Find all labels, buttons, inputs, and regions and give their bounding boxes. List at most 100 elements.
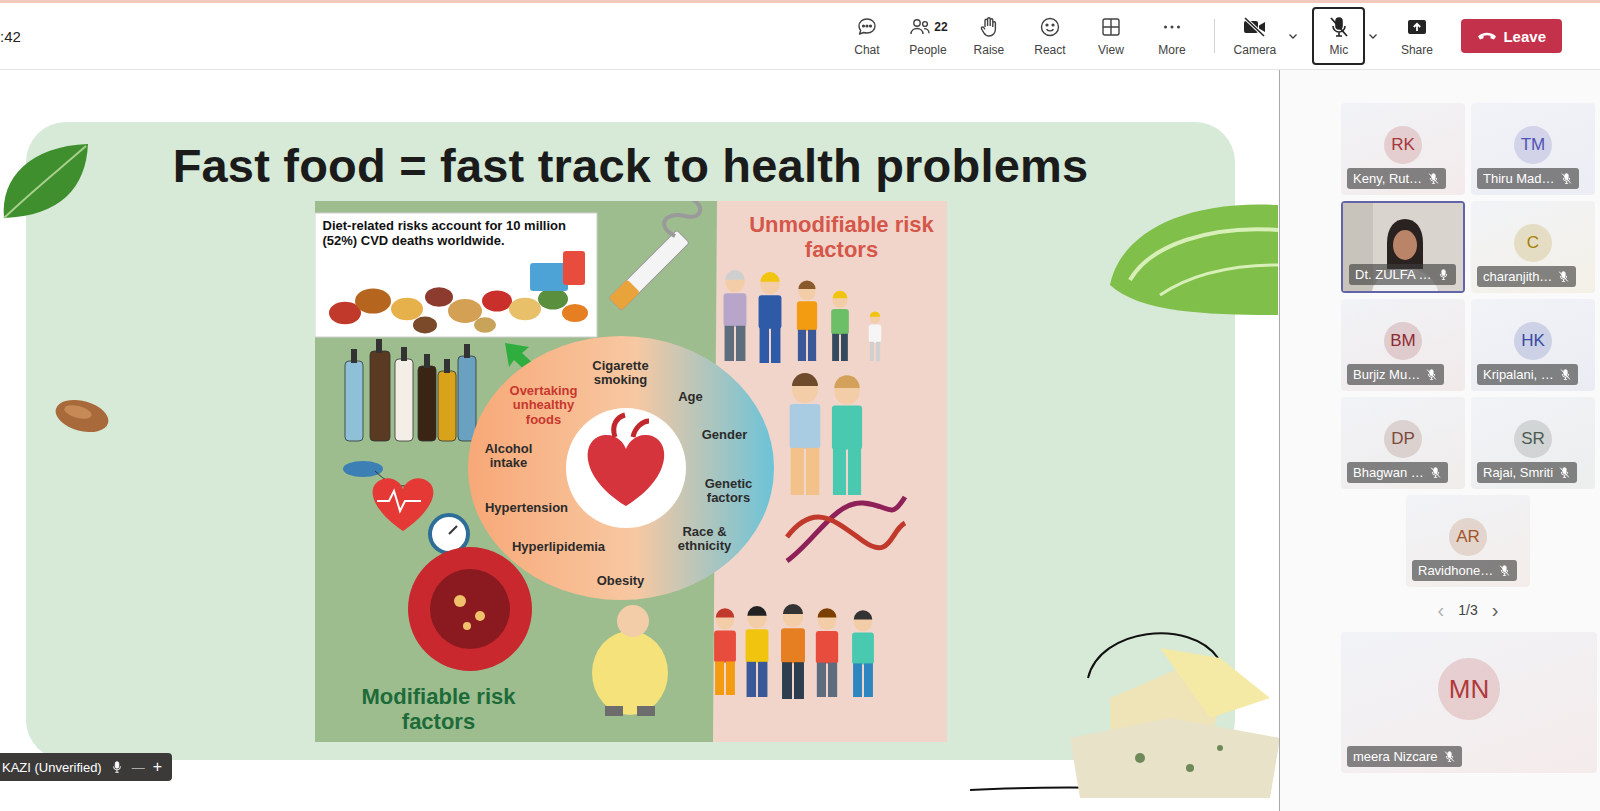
mic-off-icon bbox=[1560, 172, 1573, 185]
risk-factor-label: Genetic factors bbox=[694, 477, 764, 506]
mic-off-icon bbox=[1427, 172, 1440, 185]
meeting-toolbar: :42 Chat22PeopleRaiseReactViewMore Camera M… bbox=[0, 3, 1600, 70]
mic-off-icon bbox=[1558, 466, 1571, 479]
risk-factor-label: Alcohol intake bbox=[474, 442, 544, 471]
view-button[interactable]: View bbox=[1080, 13, 1141, 59]
mic-off-icon bbox=[1557, 270, 1570, 283]
avatar: HK bbox=[1514, 322, 1552, 360]
risk-factor-label: Obesity bbox=[597, 574, 645, 588]
more-button[interactable]: More bbox=[1141, 13, 1202, 59]
camera-control: Camera bbox=[1224, 13, 1301, 59]
participant-name: Ravidhone… bbox=[1412, 560, 1517, 581]
mic-off-icon bbox=[1559, 368, 1572, 381]
people-count: 22 bbox=[934, 20, 947, 34]
participant-pager: ‹ 1/3 › bbox=[1341, 600, 1595, 620]
participant-name: Burjiz Mu… bbox=[1347, 364, 1444, 385]
unmodifiable-heading: Unmodifiable risk factors bbox=[737, 212, 947, 263]
react-button[interactable]: React bbox=[1019, 13, 1080, 59]
participant-tile[interactable]: BM Burjiz Mu… bbox=[1341, 299, 1465, 391]
participant-tile[interactable]: DP Bhagwan … bbox=[1341, 397, 1465, 489]
participant-name: Thiru Mad… bbox=[1477, 168, 1579, 189]
avatar: AR bbox=[1449, 518, 1487, 556]
people-icon bbox=[908, 15, 932, 39]
meeting-main: Fast food = fast track to health problem… bbox=[0, 70, 1600, 811]
participant-name: Dt. ZULFA … bbox=[1349, 264, 1456, 285]
participant-name: Kripalani, … bbox=[1477, 364, 1578, 385]
participant-tile[interactable]: AR Ravidhone… bbox=[1406, 495, 1530, 587]
participant-tile[interactable]: Ccharanjith… bbox=[1471, 201, 1595, 293]
microphone-icon bbox=[1437, 268, 1450, 281]
chat-icon bbox=[855, 15, 879, 39]
avatar: C bbox=[1514, 224, 1552, 262]
participant-name: Keny, Rut… bbox=[1347, 168, 1446, 189]
people-button[interactable]: 22People bbox=[897, 13, 958, 59]
avatar: MN bbox=[1438, 658, 1500, 720]
risk-factor-label: Age bbox=[678, 390, 703, 404]
modifiable-heading: Modifiable risk factors bbox=[331, 684, 546, 735]
react-icon bbox=[1038, 15, 1062, 39]
view-icon bbox=[1099, 15, 1123, 39]
mic-off-icon bbox=[1443, 750, 1456, 763]
avatar: RK bbox=[1384, 126, 1422, 164]
share-button[interactable]: Share bbox=[1386, 13, 1447, 59]
mic-off-icon bbox=[1498, 564, 1511, 577]
risk-factor-label: Hypertension bbox=[485, 501, 568, 515]
chevron-down-icon[interactable] bbox=[1365, 30, 1381, 42]
infographic-art bbox=[315, 201, 947, 742]
mic-off-icon bbox=[1425, 368, 1438, 381]
participant-tile[interactable]: HK Kripalani, … bbox=[1471, 299, 1595, 391]
participant-tile[interactable]: RK Keny, Rut… bbox=[1341, 103, 1465, 195]
mic-off-icon bbox=[1429, 466, 1442, 479]
meeting-timer: :42 bbox=[0, 28, 21, 45]
leave-button[interactable]: Leave bbox=[1461, 19, 1562, 53]
avatar: BM bbox=[1384, 322, 1422, 360]
shared-screen: Fast food = fast track to health problem… bbox=[0, 70, 1280, 811]
lettuce-icon bbox=[1100, 195, 1280, 324]
microphone-icon bbox=[110, 760, 124, 774]
raise-icon bbox=[977, 15, 1001, 39]
participant-tile[interactable]: Dt. ZULFA … bbox=[1341, 201, 1465, 293]
slide-title: Fast food = fast track to health problem… bbox=[173, 138, 1089, 193]
risk-factor-label: Gender bbox=[702, 428, 748, 442]
cheese-icon bbox=[960, 618, 1280, 802]
presenter-label: KAZI (Unverified)—+ bbox=[0, 753, 172, 781]
minimize-button[interactable]: — bbox=[132, 760, 145, 775]
microphone-icon bbox=[1327, 15, 1351, 39]
camera-icon bbox=[1242, 15, 1268, 39]
almond-icon bbox=[52, 396, 112, 440]
avatar: SR bbox=[1514, 420, 1552, 458]
phone-icon bbox=[1477, 29, 1497, 43]
participant-name: meera Nizcare bbox=[1347, 746, 1462, 767]
participants-panel: RK Keny, Rut… TM Thiru Mad… Dt. ZULFA … Cchar… bbox=[1280, 70, 1600, 811]
presentation-slide: Fast food = fast track to health problem… bbox=[26, 122, 1235, 760]
risk-factor-label: Overtaking unhealthy foods bbox=[502, 384, 586, 427]
risk-factor-label: Race & ethnicity bbox=[669, 525, 741, 554]
more-icon bbox=[1160, 15, 1184, 39]
diet-risk-note: Diet-related risks account for 10 millio… bbox=[323, 219, 573, 249]
mic-button[interactable]: Mic bbox=[1312, 7, 1365, 65]
page-indicator: 1/3 bbox=[1458, 602, 1477, 618]
participant-grid: RK Keny, Rut… TM Thiru Mad… Dt. ZULFA … Cchar… bbox=[1341, 103, 1598, 587]
participant-tile[interactable]: MN meera Nizcare bbox=[1341, 632, 1597, 773]
risk-factors-infographic: Diet-related risks account for 10 millio… bbox=[315, 201, 947, 742]
participant-name: Bhagwan … bbox=[1347, 462, 1448, 483]
toolbar-separator bbox=[1214, 19, 1215, 53]
avatar: TM bbox=[1514, 126, 1552, 164]
participant-name: charanjith… bbox=[1477, 266, 1576, 287]
next-page-button[interactable]: › bbox=[1492, 600, 1499, 620]
mic-control: Mic bbox=[1312, 7, 1381, 65]
add-button[interactable]: + bbox=[153, 758, 162, 776]
leaf-icon bbox=[0, 138, 92, 228]
share-icon bbox=[1405, 15, 1429, 39]
raise-button[interactable]: Raise bbox=[958, 13, 1019, 59]
participant-tile[interactable]: SR Rajai, Smriti bbox=[1471, 397, 1595, 489]
previous-page-button[interactable]: ‹ bbox=[1438, 600, 1445, 620]
participant-tile[interactable]: TM Thiru Mad… bbox=[1471, 103, 1595, 195]
risk-factor-label: Cigarette smoking bbox=[581, 359, 661, 388]
avatar: DP bbox=[1384, 420, 1422, 458]
participant-name: Rajai, Smriti bbox=[1477, 462, 1577, 483]
risk-factor-label: Hyperlipidemia bbox=[512, 540, 605, 554]
camera-button[interactable]: Camera bbox=[1224, 13, 1285, 59]
chevron-down-icon[interactable] bbox=[1285, 30, 1301, 42]
chat-button[interactable]: Chat bbox=[836, 13, 897, 59]
